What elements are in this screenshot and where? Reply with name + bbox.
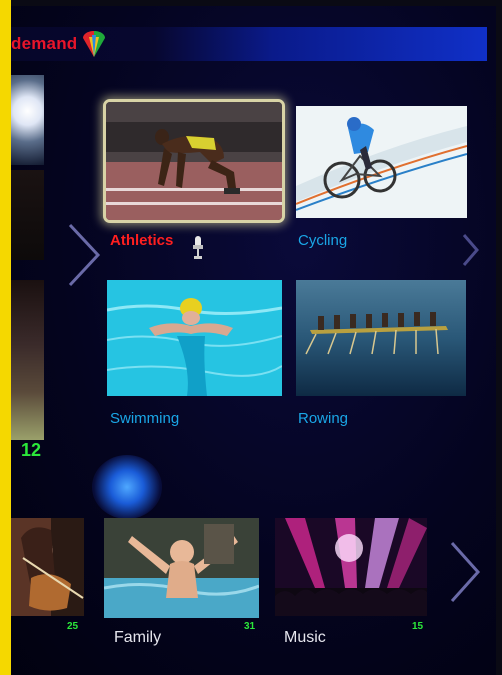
- left-partial-tile-3[interactable]: [11, 280, 44, 440]
- yellow-frame-border: [0, 0, 11, 675]
- top-edge: [0, 0, 502, 6]
- tile-athletics-label: Athletics: [110, 232, 174, 249]
- bottom-tile-family-label: Family: [114, 629, 162, 646]
- focus-glow: [92, 455, 162, 519]
- chevron-right-icon[interactable]: [461, 232, 481, 268]
- chevron-right-icon[interactable]: [448, 540, 482, 604]
- tile-swimming-label: Swimming: [110, 410, 180, 427]
- tile-cycling-label: Cycling: [298, 232, 348, 249]
- header-title: demand: [11, 34, 78, 53]
- bottom-tile-music-label: Music: [284, 629, 326, 646]
- right-edge: [496, 0, 502, 675]
- left-partial-tile-2[interactable]: [11, 170, 44, 260]
- bottom-tile-count: 15: [412, 621, 424, 632]
- multicolor-shield-logo-icon: [80, 29, 108, 59]
- tile-athletics[interactable]: [103, 99, 285, 223]
- chevron-right-icon[interactable]: [66, 222, 102, 288]
- tile-cycling[interactable]: [296, 106, 467, 218]
- tile-swimming[interactable]: [107, 280, 282, 396]
- tile-rowing[interactable]: [296, 280, 466, 396]
- tile-rowing-label: Rowing: [298, 410, 349, 427]
- bottom-tile-count: 25: [67, 621, 79, 632]
- bottom-tile-violin[interactable]: [11, 518, 84, 616]
- bottom-tile-count: 31: [244, 621, 256, 632]
- tv-screen: demand 12 Athletics Cycling Swimming Row…: [0, 0, 502, 675]
- bottom-tile-family[interactable]: [104, 518, 259, 618]
- microphone-icon: [192, 235, 204, 261]
- left-tile-count: 12: [21, 440, 42, 460]
- left-partial-tile-1[interactable]: [11, 75, 44, 165]
- bottom-tile-music[interactable]: [275, 518, 427, 616]
